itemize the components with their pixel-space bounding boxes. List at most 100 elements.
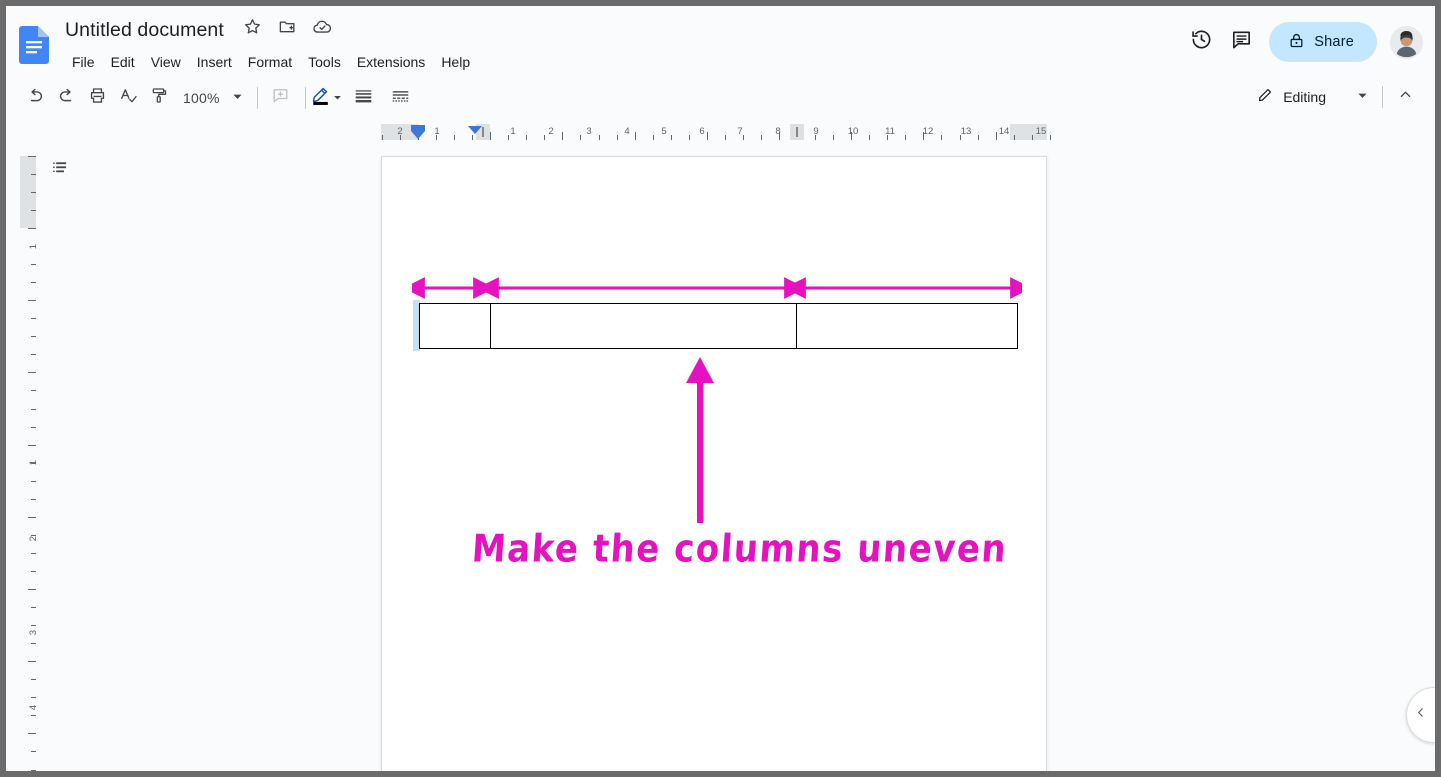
- menu-insert[interactable]: Insert: [189, 50, 240, 74]
- lock-icon: [1288, 32, 1305, 53]
- table-cell-2[interactable]: [489, 303, 798, 349]
- vertical-ruler[interactable]: 1 1 2 3 4: [20, 140, 36, 771]
- table-cell-1[interactable]: [419, 303, 491, 349]
- redo-button[interactable]: [51, 83, 81, 113]
- print-button[interactable]: [82, 83, 112, 113]
- zoom-control[interactable]: 100%: [175, 85, 247, 111]
- docs-logo-icon[interactable]: [19, 26, 49, 64]
- ruler-number: 8: [775, 126, 781, 137]
- chevron-left-icon: [1414, 706, 1427, 724]
- table-row[interactable]: [419, 303, 1018, 349]
- ruler-tick: [28, 156, 36, 157]
- ruler-number: 11: [885, 126, 895, 137]
- ruler-number: 15: [1035, 126, 1047, 137]
- version-history-icon: [1190, 28, 1213, 56]
- title-block: Untitled document: [62, 16, 344, 44]
- editing-mode-button[interactable]: Editing: [1245, 80, 1376, 114]
- ruler-tick: [707, 132, 708, 140]
- document-page[interactable]: Make the columns uneven: [381, 156, 1047, 771]
- table-column-marker-3[interactable]: [790, 124, 804, 140]
- menu-bar: File Edit View Insert Format Tools Exten…: [64, 50, 478, 74]
- menu-help[interactable]: Help: [433, 50, 478, 74]
- docs-app-window: Untitled document File Edit View Insert …: [6, 6, 1435, 771]
- ruler-number: 14: [998, 126, 1010, 137]
- toolbar-divider-1: [256, 87, 258, 109]
- left-indent-marker-triangle[interactable]: [411, 131, 425, 139]
- border-color-button[interactable]: [311, 83, 342, 113]
- comment-history-icon: [1230, 28, 1253, 56]
- border-dash-button[interactable]: [386, 83, 416, 113]
- ruler-number: 7: [737, 126, 743, 137]
- menu-extensions[interactable]: Extensions: [349, 50, 433, 74]
- paint-format-button[interactable]: [144, 83, 174, 113]
- ruler-tick: [996, 132, 997, 140]
- document-table[interactable]: [419, 303, 1018, 349]
- menu-view[interactable]: View: [143, 50, 189, 74]
- collapse-toolbar-button[interactable]: [1389, 81, 1421, 113]
- star-icon[interactable]: [243, 17, 262, 41]
- title-action-icons: [243, 17, 344, 41]
- border-width-icon: [354, 86, 373, 110]
- ruler-tick: [490, 132, 491, 140]
- chevron-down-icon: [1357, 88, 1368, 106]
- print-icon: [88, 86, 107, 110]
- mode-divider: [1382, 86, 1383, 108]
- toolbar: 100% Editing: [6, 76, 1435, 124]
- first-line-indent-marker[interactable]: [468, 126, 482, 134]
- toolbar-divider-2: [304, 87, 306, 109]
- border-width-button[interactable]: [349, 83, 379, 113]
- ruler-tick: [635, 132, 636, 140]
- ruler-number: 2: [397, 126, 403, 137]
- version-history-button[interactable]: [1181, 22, 1221, 62]
- redo-icon: [57, 86, 76, 110]
- annotation-handwriting-text: Make the columns uneven: [470, 526, 1009, 572]
- chevron-up-icon: [1398, 87, 1413, 107]
- zoom-value: 100%: [183, 90, 220, 106]
- spelling-button[interactable]: [113, 83, 143, 113]
- ruler-number: 1: [434, 126, 440, 137]
- chevron-down-icon: [333, 89, 342, 107]
- ruler-tick: [28, 228, 36, 229]
- ruler-tick: [28, 372, 36, 373]
- header-actions: Share: [1181, 22, 1423, 62]
- horizontal-ruler[interactable]: 2 1 1 2 3 4 5 6 7 8 9 10 11 12 13 14 15: [6, 124, 1435, 140]
- ruler-number: 1: [28, 460, 37, 465]
- user-avatar[interactable]: [1390, 25, 1423, 59]
- menu-format[interactable]: Format: [240, 50, 300, 74]
- document-title[interactable]: Untitled document: [62, 16, 227, 44]
- document-canvas: Make the columns uneven: [36, 140, 1435, 771]
- comment-history-button[interactable]: [1221, 22, 1261, 62]
- document-outline-button[interactable]: [44, 154, 76, 186]
- expand-side-panel-button[interactable]: [1406, 687, 1435, 743]
- table-cell-3[interactable]: [796, 303, 1018, 349]
- ruler-number: 4: [28, 705, 37, 710]
- ruler-tick: [28, 589, 36, 590]
- cloud-saved-icon[interactable]: [312, 17, 333, 41]
- ruler-number: 4: [624, 126, 630, 137]
- share-button-label: Share: [1314, 34, 1354, 50]
- ruler-number: 3: [586, 126, 592, 137]
- ruler-number: 3: [28, 630, 37, 635]
- share-button[interactable]: Share: [1269, 22, 1377, 62]
- menu-file[interactable]: File: [64, 50, 103, 74]
- ruler-number: 13: [960, 126, 972, 137]
- undo-button[interactable]: [20, 83, 50, 113]
- outline-list-icon: [51, 158, 70, 182]
- ruler-number: 5: [661, 126, 667, 137]
- annotation-up-arrow: [686, 357, 714, 523]
- ruler-number: 2: [28, 536, 37, 541]
- ruler-tick: [28, 733, 36, 734]
- paint-roller-icon: [150, 86, 169, 110]
- ruler-number: 2: [548, 126, 554, 137]
- border-dash-icon: [391, 86, 410, 110]
- move-to-folder-icon[interactable]: [278, 17, 297, 41]
- menu-edit[interactable]: Edit: [103, 50, 143, 74]
- pencil-icon: [1257, 86, 1274, 108]
- ruler-number: 12: [922, 126, 934, 137]
- editing-mode-label: Editing: [1283, 89, 1326, 105]
- spellcheck-icon: [119, 86, 138, 110]
- menu-tools[interactable]: Tools: [300, 50, 349, 74]
- add-comment-button[interactable]: [266, 83, 296, 113]
- pen-border-color-icon: [311, 85, 331, 111]
- ruler-number: 6: [699, 126, 705, 137]
